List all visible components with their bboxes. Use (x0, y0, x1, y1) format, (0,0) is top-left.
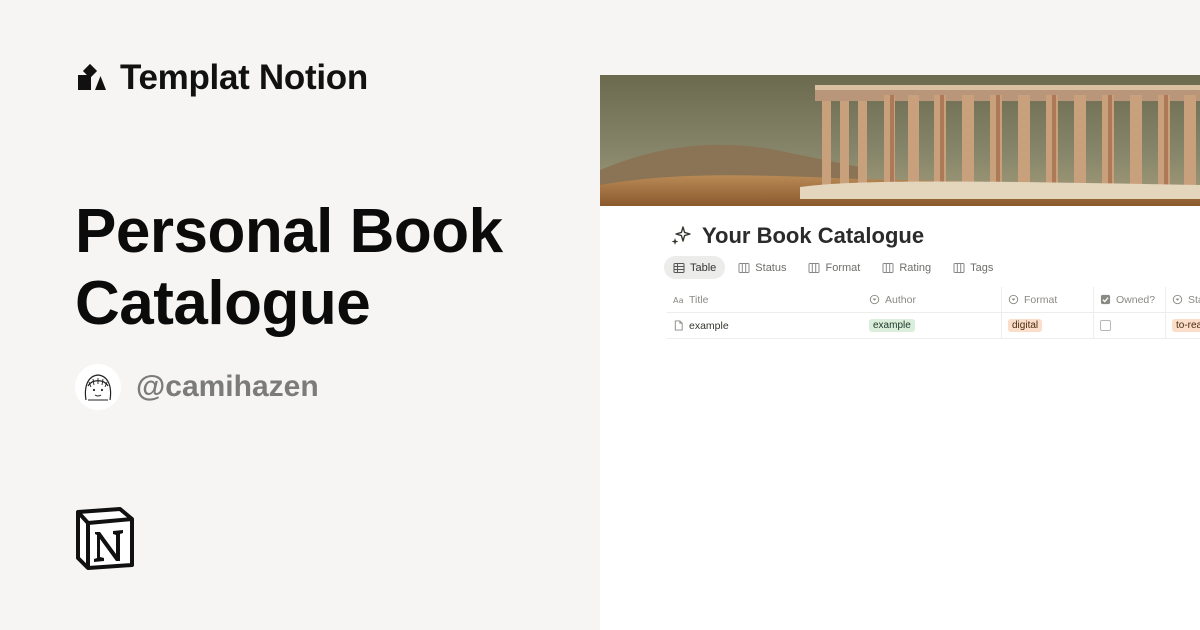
brand-name: Templat Notion (120, 58, 368, 97)
column-owned-label: Owned? (1116, 293, 1156, 306)
template-title: Personal Book Catalogue (75, 197, 503, 338)
board-icon (953, 262, 965, 273)
svg-text:Aa: Aa (673, 295, 684, 305)
format-tag: digital (1008, 319, 1043, 332)
column-author[interactable]: Author (863, 287, 1002, 312)
database-table: Aa Title Author Format Owned? St example… (667, 287, 1200, 339)
view-tabs: Table Status Format Rating Tags (664, 256, 1002, 279)
tab-rating-label: Rating (899, 261, 932, 274)
board-icon (882, 262, 894, 273)
column-format[interactable]: Format (1002, 287, 1094, 312)
author-handle: @camihazen (136, 370, 319, 403)
column-format-label: Format (1024, 293, 1058, 306)
column-status-label: Status (1188, 293, 1200, 306)
cell-owned[interactable] (1094, 313, 1166, 338)
sparkles-icon (671, 226, 691, 245)
board-icon (808, 262, 820, 273)
tab-tags-label: Tags (970, 261, 994, 274)
ruins-painting-cover (600, 75, 1200, 206)
author[interactable]: @camihazen (75, 364, 319, 410)
column-title-label: Title (689, 293, 709, 306)
text-property-icon: Aa (673, 295, 684, 305)
owned-checkbox[interactable] (1100, 320, 1111, 331)
sketch-portrait-avatar (84, 374, 112, 401)
tab-format-label: Format (825, 261, 861, 274)
database-title-text: Your Book Catalogue (702, 223, 925, 248)
column-title[interactable]: Aa Title (667, 287, 863, 312)
database-title: Your Book Catalogue (670, 223, 924, 249)
column-owned[interactable]: Owned? (1094, 287, 1166, 312)
author-tag: example (869, 319, 915, 332)
cell-status[interactable]: to-read (1166, 313, 1200, 338)
tab-table-label: Table (690, 261, 717, 274)
status-tag: to-read (1172, 319, 1200, 332)
shapes-logo-icon (78, 63, 106, 90)
column-author-label: Author (885, 293, 916, 306)
tab-status[interactable]: Status (729, 256, 795, 279)
tab-status-label: Status (755, 261, 787, 274)
table-row[interactable]: example example digital to-read (667, 313, 1200, 339)
tab-table[interactable]: Table (664, 256, 726, 279)
page-icon (674, 320, 683, 331)
tab-format[interactable]: Format (799, 256, 869, 279)
checkbox-property-icon (1100, 294, 1111, 305)
cell-author[interactable]: example (863, 313, 1002, 338)
select-property-icon (1172, 294, 1183, 305)
column-status[interactable]: Status (1166, 287, 1200, 312)
cell-format[interactable]: digital (1002, 313, 1094, 338)
select-property-icon (869, 294, 880, 305)
cell-title[interactable]: example (667, 313, 863, 338)
avatar (75, 364, 121, 410)
table-header: Aa Title Author Format Owned? St (667, 287, 1200, 313)
tab-tags[interactable]: Tags (944, 256, 1002, 279)
table-icon (673, 262, 685, 273)
notion-page-preview: Your Book Catalogue Table Status Format … (600, 75, 1200, 630)
cell-title-text: example (689, 319, 729, 332)
brand: Templat Notion (76, 58, 368, 98)
notion-logo-icon (76, 507, 134, 570)
select-property-icon (1008, 294, 1019, 305)
board-icon (738, 262, 750, 273)
tab-rating[interactable]: Rating (873, 256, 940, 279)
